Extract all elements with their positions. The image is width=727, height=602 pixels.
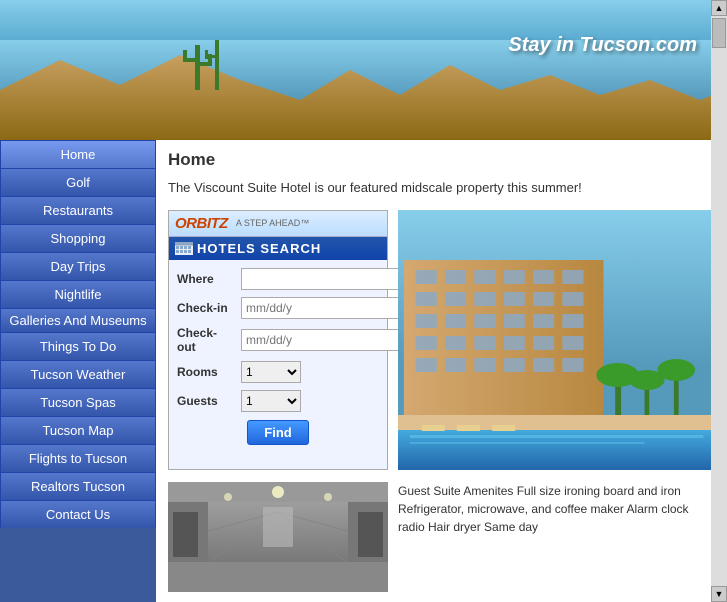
hotel-image-container — [398, 210, 711, 470]
rooms-select[interactable]: 1 2 3 4 — [241, 361, 301, 383]
orbitz-tagline: A STEP AHEAD™ — [236, 218, 309, 228]
hotel-illustration — [398, 210, 711, 470]
interior-illustration — [168, 482, 388, 592]
sidebar-item-restaurants[interactable]: Restaurants — [0, 196, 156, 224]
scroll-thumb[interactable] — [712, 18, 726, 48]
page-description: The Viscount Suite Hotel is our featured… — [168, 178, 711, 198]
sidebar-item-contact[interactable]: Contact Us — [0, 500, 156, 528]
guests-row: Guests 1 2 3 4 — [177, 390, 379, 412]
where-label: Where — [177, 272, 235, 286]
sidebar-item-home[interactable]: Home — [0, 140, 156, 168]
sidebar-item-realtors[interactable]: Realtors Tucson — [0, 472, 156, 500]
checkin-input[interactable] — [241, 297, 406, 319]
title-suffix: .com — [650, 34, 697, 56]
sidebar-item-things-to-do[interactable]: Things To Do — [0, 332, 156, 360]
sidebar-item-galleries[interactable]: Galleries And Museums — [0, 308, 156, 332]
main-content: Home The Viscount Suite Hotel is our fea… — [156, 140, 711, 602]
orbitz-form: Where Check-in Check-out — [169, 260, 387, 458]
scrollbar: ▲ ▼ — [711, 0, 727, 602]
page-heading: Home — [168, 150, 711, 170]
sidebar-item-shopping[interactable]: Shopping — [0, 224, 156, 252]
orbitz-logo: ORBITZ — [175, 215, 228, 232]
site-title: Stay in Tucson.com — [508, 18, 697, 60]
guests-label: Guests — [177, 394, 235, 408]
checkout-label: Check-out — [177, 326, 235, 355]
sidebar: Home Golf Restaurants Shopping Day Trips… — [0, 140, 156, 602]
rooms-label: Rooms — [177, 365, 235, 379]
checkin-row: Check-in — [177, 297, 379, 319]
header-banner: Stay in Tucson.com — [0, 0, 711, 140]
hotel-icon — [175, 242, 193, 255]
guest-suite-description: Guest Suite Amenites Full size ironing b… — [398, 482, 711, 592]
title-text: Stay in Tucson — [508, 34, 650, 56]
where-input[interactable] — [241, 268, 406, 290]
hotel-image — [398, 210, 711, 470]
interior-image — [168, 482, 388, 592]
bottom-section: Guest Suite Amenites Full size ironing b… — [168, 482, 711, 592]
sidebar-item-day-trips[interactable]: Day Trips — [0, 252, 156, 280]
find-button[interactable]: Find — [247, 420, 308, 445]
checkout-row: Check-out — [177, 326, 379, 355]
checkout-input[interactable] — [241, 329, 406, 351]
hotels-search-label: HOTELS SEARCH — [197, 241, 321, 256]
sidebar-item-tucson-weather[interactable]: Tucson Weather — [0, 360, 156, 388]
hotel-search-widget: ORBITZ A STEP AHEAD™ — [168, 210, 388, 470]
scroll-up-arrow[interactable]: ▲ — [711, 0, 727, 16]
rooms-row: Rooms 1 2 3 4 — [177, 361, 379, 383]
hotels-search-bar: HOTELS SEARCH — [169, 237, 387, 260]
scroll-down-arrow[interactable]: ▼ — [711, 586, 727, 602]
sidebar-item-flights[interactable]: Flights to Tucson — [0, 444, 156, 472]
guests-select[interactable]: 1 2 3 4 — [241, 390, 301, 412]
checkin-label: Check-in — [177, 301, 235, 315]
sidebar-item-nightlife[interactable]: Nightlife — [0, 280, 156, 308]
orbitz-header: ORBITZ A STEP AHEAD™ — [169, 211, 387, 237]
sidebar-item-tucson-spas[interactable]: Tucson Spas — [0, 388, 156, 416]
where-row: Where — [177, 268, 379, 290]
sidebar-item-tucson-map[interactable]: Tucson Map — [0, 416, 156, 444]
sidebar-item-golf[interactable]: Golf — [0, 168, 156, 196]
